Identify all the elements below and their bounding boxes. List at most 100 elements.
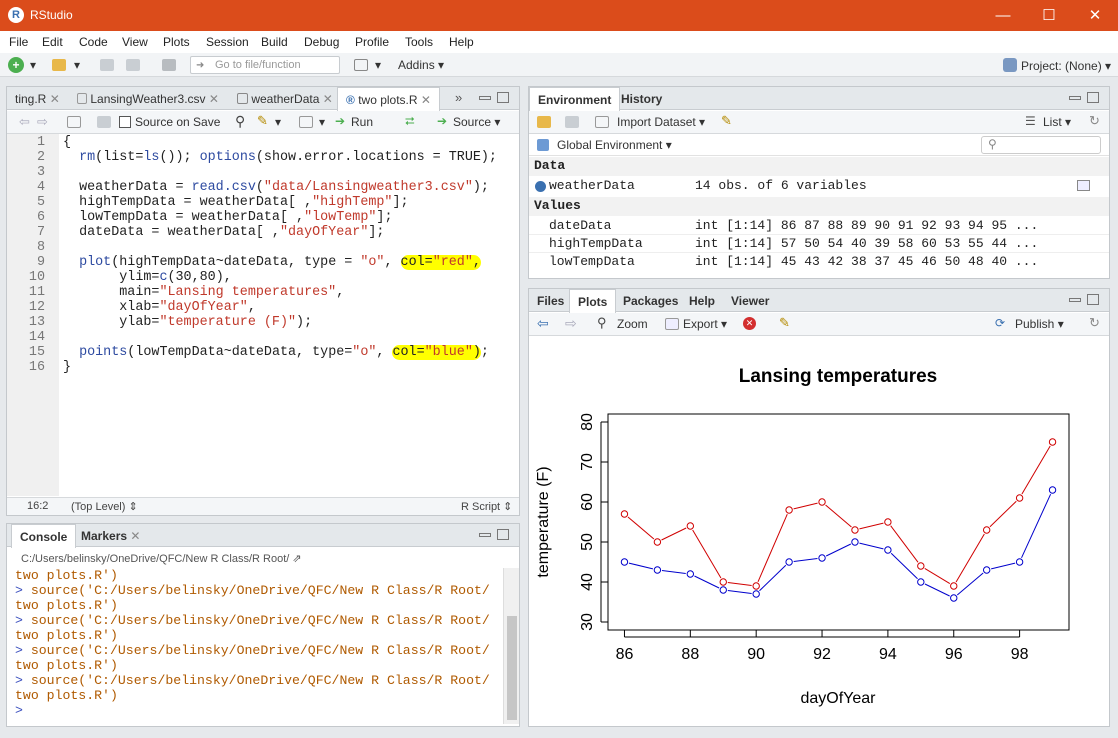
code-lines[interactable]: { rm(list=ls()); options(show.error.loca… (63, 135, 517, 375)
go-to-dir-icon[interactable]: ⇗ (292, 553, 301, 565)
zoom-button[interactable]: Zoom (617, 317, 648, 331)
close-button[interactable]: ✕ (1072, 0, 1118, 31)
code-line[interactable]: dateData = weatherData[ ,"dayOfYear"]; (63, 225, 517, 240)
tab-files[interactable]: Files (529, 289, 572, 312)
search-icon[interactable]: ⚲ (235, 113, 245, 130)
forward-arrow-icon[interactable]: ⇨ (37, 114, 48, 130)
menu-session[interactable]: Session (206, 35, 249, 49)
tab-environment[interactable]: Environment (529, 87, 621, 111)
code-line[interactable]: rm(list=ls()); options(show.error.locati… (63, 150, 517, 165)
remove-plot-icon[interactable]: ✕ (743, 317, 756, 330)
console-scrollbar[interactable] (503, 568, 519, 724)
view-table-icon[interactable] (1077, 180, 1090, 191)
menu-plots[interactable]: Plots (163, 35, 190, 49)
project-menu[interactable]: Project: (None) ▾ (1021, 59, 1111, 73)
menu-build[interactable]: Build (261, 35, 288, 49)
maximize-pane-icon[interactable] (1087, 92, 1099, 103)
source-on-save-checkbox[interactable] (119, 116, 131, 128)
maximize-pane-icon[interactable] (497, 92, 509, 103)
import-dataset-button[interactable]: Import Dataset ▾ (617, 115, 705, 129)
maximize-pane-icon[interactable] (1087, 294, 1099, 305)
source-button[interactable]: Source ▾ (453, 115, 500, 129)
rerun-icon[interactable]: ⮂ (405, 114, 415, 129)
code-line[interactable]: points(lowTempData~dateData, type="o", c… (63, 345, 517, 360)
export-button[interactable]: Export ▾ (683, 317, 727, 331)
run-button[interactable]: Run (351, 115, 373, 129)
tab-console[interactable]: Console (11, 524, 77, 548)
menu-help[interactable]: Help (449, 35, 474, 49)
menu-edit[interactable]: Edit (42, 35, 63, 49)
code-line[interactable]: { (63, 135, 517, 150)
menu-view[interactable]: View (122, 35, 148, 49)
close-tab-icon[interactable]: ✕ (50, 92, 60, 106)
code-line[interactable]: ylim=c(30,80), (63, 270, 517, 285)
magic-wand-icon[interactable]: ✎ (257, 113, 268, 129)
code-line[interactable]: plot(highTempData~dateData, type = "o", … (63, 255, 517, 270)
code-line[interactable]: weatherData = read.csv("data/Lansingweat… (63, 180, 517, 195)
tab-history[interactable]: History (613, 87, 670, 110)
menu-file[interactable]: File (9, 35, 28, 49)
clear-plots-broom-icon[interactable]: ✎ (779, 315, 790, 331)
environment-search-input[interactable]: ⚲ (981, 136, 1101, 154)
close-tab-icon[interactable]: ✕ (323, 92, 333, 106)
open-dropdown-icon[interactable]: ▾ (74, 58, 80, 72)
save-all-icon[interactable] (126, 59, 140, 71)
code-line[interactable]: } (63, 360, 517, 375)
tab-ting-r[interactable]: ting.R ✕ (7, 87, 68, 110)
open-folder-icon[interactable] (52, 59, 66, 71)
previous-plot-icon[interactable]: ⇦ (537, 315, 549, 332)
save-icon[interactable] (97, 116, 111, 128)
tab-markers[interactable]: Markers ✕ (73, 524, 148, 547)
scrollbar-thumb[interactable] (507, 616, 517, 720)
menu-tools[interactable]: Tools (405, 35, 433, 49)
environment-scope-selector[interactable]: Global Environment ▾ (557, 138, 672, 152)
minimize-pane-icon[interactable] (1069, 96, 1081, 100)
view-mode-selector[interactable]: List ▾ (1043, 115, 1071, 129)
report-dropdown-icon[interactable]: ▾ (319, 115, 325, 129)
minimize-pane-icon[interactable] (1069, 298, 1081, 302)
maximize-pane-icon[interactable] (497, 529, 509, 540)
menu-profile[interactable]: Profile (355, 35, 389, 49)
minimize-button[interactable]: — (980, 0, 1026, 31)
env-row-lowtempdata[interactable]: lowTempData int [1:14] 45 43 42 38 37 45… (529, 253, 1109, 271)
print-icon[interactable] (162, 59, 176, 71)
new-file-dropdown-icon[interactable]: ▾ (30, 58, 36, 72)
compile-report-icon[interactable] (299, 116, 313, 128)
tab-plots[interactable]: Plots (569, 289, 617, 313)
code-line[interactable]: lowTempData = weatherData[ ,"lowTemp"]; (63, 210, 517, 225)
go-to-file-input[interactable]: Go to file/function (190, 56, 340, 74)
code-line[interactable]: xlab="dayOfYear", (63, 300, 517, 315)
maximize-button[interactable]: ☐ (1026, 0, 1072, 31)
scope-selector[interactable]: (Top Level) ⇕ (71, 500, 138, 513)
save-workspace-icon[interactable] (565, 116, 579, 128)
console-output[interactable]: two plots.R') > source('C:/Users/belinsky… (15, 568, 501, 724)
close-tab-icon[interactable]: ✕ (421, 93, 431, 107)
back-arrow-icon[interactable]: ⇦ (19, 114, 30, 130)
save-icon[interactable] (100, 59, 114, 71)
publish-button[interactable]: Publish ▾ (1015, 317, 1064, 331)
env-row-hightempdata[interactable]: highTempData int [1:14] 57 50 54 40 39 5… (529, 235, 1109, 253)
console-working-dir[interactable]: C:/Users/belinsky/OneDrive/QFC/New R Cla… (21, 552, 302, 565)
expand-icon[interactable] (535, 181, 546, 192)
tab-help[interactable]: Help (681, 289, 723, 312)
env-row-weatherdata[interactable]: weatherData 14 obs. of 6 variables (529, 177, 1109, 195)
tab-viewer[interactable]: Viewer (723, 289, 777, 312)
broom-icon[interactable]: ✎ (721, 113, 732, 129)
tab-lansingweather3-csv[interactable]: LansingWeather3.csv ✕ (69, 87, 227, 110)
close-tab-icon[interactable]: ✕ (209, 92, 219, 106)
load-workspace-icon[interactable] (537, 116, 551, 128)
code-line[interactable]: main="Lansing temperatures", (63, 285, 517, 300)
code-line[interactable] (63, 240, 517, 255)
tab-weatherdata[interactable]: weatherData ✕ (229, 87, 341, 110)
menu-code[interactable]: Code (79, 35, 108, 49)
grid-layout-icon[interactable] (354, 59, 368, 71)
show-in-window-icon[interactable] (67, 116, 81, 128)
close-tab-icon[interactable]: ✕ (130, 529, 140, 543)
tab-two-plots-r[interactable]: ® two plots.R ✕ (337, 87, 440, 111)
more-tabs-icon[interactable]: » (455, 90, 462, 105)
next-plot-icon[interactable]: ⇨ (565, 315, 577, 332)
new-file-icon[interactable]: + (8, 57, 24, 73)
refresh-icon[interactable]: ↻ (1089, 113, 1100, 129)
code-editor[interactable]: { rm(list=ls()); options(show.error.loca… (63, 135, 517, 495)
addins-menu[interactable]: Addins ▾ (398, 58, 444, 72)
